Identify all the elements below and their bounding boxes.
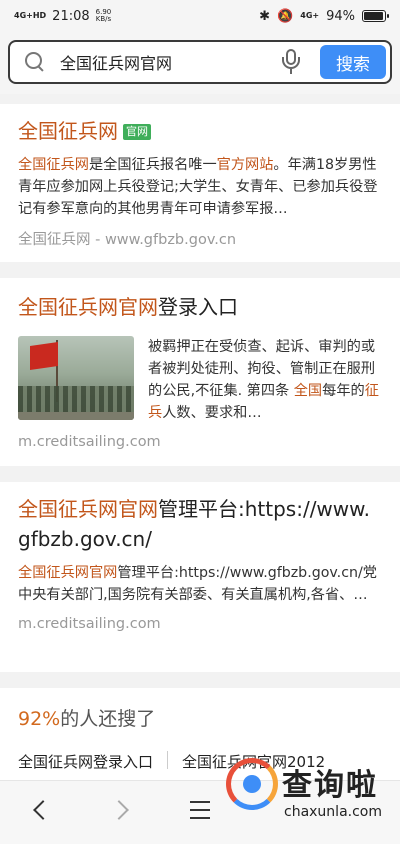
status-bar: 4G+HD 21:08 6.90 KB/s ✱ 🔕 4G+ 94% xyxy=(0,0,400,32)
status-left: 4G+HD 21:08 6.90 KB/s xyxy=(14,9,111,24)
search-button[interactable]: 搜索 xyxy=(320,45,386,79)
result-title[interactable]: 全国征兵网官网登录入口 xyxy=(18,292,382,322)
result-title-highlight[interactable]: 全国征兵网官网 xyxy=(18,497,158,521)
snippet-text: 人数、要求和… xyxy=(162,405,262,421)
search-input[interactable]: 全国征兵网官网 xyxy=(60,50,280,74)
result-source[interactable]: m.creditsailing.com xyxy=(18,616,382,632)
result-title-highlight[interactable]: 全国征兵网 xyxy=(18,119,118,143)
divider xyxy=(167,751,169,769)
result-thumbnail-image[interactable] xyxy=(18,336,134,420)
result-content: 被羁押正在受侦查、起诉、审判的或者被判处徒刑、拘役、管制正在服刑的公民,不征集.… xyxy=(18,336,382,424)
result-snippet: 全国征兵网是全国征兵报名唯一官方网站。年满18岁男性青年应参加网上兵役登记;大学… xyxy=(18,154,382,220)
result-source[interactable]: m.creditsailing.com xyxy=(18,434,382,450)
related-title-text: 的人还搜了 xyxy=(60,708,156,730)
battery-icon xyxy=(362,10,389,22)
status-right: ✱ 🔕 4G+ 94% xyxy=(259,8,389,24)
snippet-text: 是全国征兵报名唯一 xyxy=(88,157,217,173)
search-box[interactable]: 全国征兵网官网 搜索 xyxy=(8,40,392,84)
status-time: 21:08 xyxy=(52,8,90,24)
snippet-highlight: 全国 xyxy=(293,383,323,399)
watermark-logo-icon xyxy=(226,758,278,810)
result-title[interactable]: 全国征兵网 官网 xyxy=(18,116,382,146)
related-percent: 92% xyxy=(18,708,61,730)
related-item[interactable]: 全国征兵网登录入口 xyxy=(18,751,153,772)
snippet-highlight: 官方网站 xyxy=(216,157,274,173)
mute-icon: 🔕 xyxy=(277,8,294,24)
result-snippet: 被羁押正在受侦查、起诉、审判的或者被判处徒刑、拘役、管制正在服刑的公民,不征集.… xyxy=(148,336,382,424)
battery-percent: 94% xyxy=(326,8,355,24)
related-title: 92%的人还搜了 xyxy=(18,704,382,731)
result-title-rest[interactable]: 登录入口 xyxy=(158,295,238,319)
watermark-url: chaxunla.com xyxy=(284,804,382,820)
official-badge: 官网 xyxy=(123,124,151,140)
search-result-card[interactable]: 全国征兵网官网管理平台:https://www.gfbzb.gov.cn/ 全国… xyxy=(0,482,400,672)
menu-icon[interactable] xyxy=(190,801,210,819)
search-result-card[interactable]: 全国征兵网官网登录入口 被羁押正在受侦查、起诉、审判的或者被判处徒刑、拘役、管制… xyxy=(0,278,400,466)
snippet-highlight: 全国征兵网官网 xyxy=(18,565,118,581)
search-icon xyxy=(24,51,46,73)
result-source[interactable]: 全国征兵网 - www.gfbzb.gov.cn xyxy=(18,228,382,249)
snippet-highlight: 全国征兵网 xyxy=(18,157,89,173)
signal-indicator-right: 4G+ xyxy=(300,11,320,20)
back-arrow-icon[interactable] xyxy=(33,800,53,820)
result-snippet: 全国征兵网官网管理平台:https://www.gfbzb.gov.cn/党中央… xyxy=(18,562,382,606)
search-result-card[interactable]: 全国征兵网 官网 全国征兵网是全国征兵报名唯一官方网站。年满18岁男性青年应参加网… xyxy=(0,104,400,262)
result-title[interactable]: 全国征兵网官网管理平台:https://www.gfbzb.gov.cn/ xyxy=(18,494,382,554)
network-speed: 6.90 KB/s xyxy=(95,8,112,23)
search-header: 全国征兵网官网 搜索 xyxy=(0,32,400,94)
result-title-highlight[interactable]: 全国征兵网官网 xyxy=(18,295,158,319)
battery-level xyxy=(364,12,383,20)
microphone-icon[interactable] xyxy=(280,48,302,76)
bluetooth-icon: ✱ xyxy=(259,8,271,24)
forward-arrow-icon[interactable] xyxy=(109,800,129,820)
watermark-name: 查询啦 xyxy=(282,768,378,803)
snippet-text: 每年的 xyxy=(322,383,365,399)
signal-indicator-left: 4G+HD xyxy=(14,11,47,20)
